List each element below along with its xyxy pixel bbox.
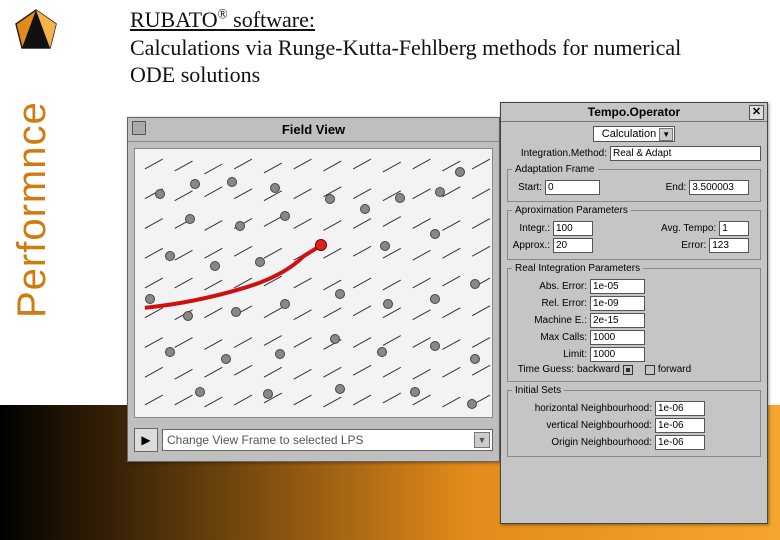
timeguess-backward-radio[interactable] [623,365,633,375]
timeguess-forward-radio[interactable] [645,365,655,375]
trajectory-end-point [315,239,327,251]
limit-input[interactable]: 1000 [590,347,645,362]
tempo-title: Tempo.Operator [588,105,680,119]
approx-params-group: Aproximation Parameters Integr.:100 Avg.… [507,205,761,260]
integr-input[interactable]: 100 [553,221,593,236]
side-label: Performnce [10,88,80,318]
fieldview-titlebar[interactable]: Field View [128,118,499,142]
horizontal-neighbourhood-input[interactable]: 1e-06 [655,401,705,416]
fieldview-canvas[interactable] [134,148,493,418]
close-icon[interactable]: ✕ [749,105,764,120]
initial-sets-legend: Initial Sets [512,385,564,396]
page-title: RUBATO® software: Calculations via Runge… [130,6,710,89]
calculation-label: Calculation [602,128,656,140]
integration-method-label: Integration.Method: [507,148,607,159]
approx-input[interactable]: 20 [553,238,593,253]
integration-method-input[interactable]: Real & Adapt [610,146,761,161]
origin-neighbourhood-input[interactable]: 1e-06 [655,435,705,450]
fieldview-title: Field View [282,122,345,137]
adaptation-frame-legend: Adaptation Frame [512,164,598,175]
play-button[interactable]: ▶ [134,428,158,452]
calculation-dropdown[interactable]: Calculation ▼ [593,126,675,142]
initial-sets-group: Initial Sets horizontal Neighbourhood:1e… [507,385,761,457]
end-input[interactable]: 3.500003 [689,180,749,195]
rubato-logo [12,6,60,54]
error-input[interactable]: 123 [709,238,749,253]
view-frame-dropdown[interactable]: Change View Frame to selected LPS ▼ [162,429,493,451]
start-input[interactable]: 0 [545,180,600,195]
vertical-neighbourhood-input[interactable]: 1e-06 [655,418,705,433]
machine-e-input[interactable]: 2e-15 [590,313,645,328]
window-sys-icon[interactable] [132,121,146,135]
real-integration-group: Real Integration Parameters Abs. Error:1… [507,263,761,382]
chevron-down-icon[interactable]: ▼ [659,128,673,141]
approx-params-legend: Aproximation Parameters [512,205,631,216]
abserr-input[interactable]: 1e-05 [590,279,645,294]
maxcalls-input[interactable]: 1000 [590,330,645,345]
chevron-down-icon[interactable]: ▼ [474,432,490,448]
relerr-input[interactable]: 1e-09 [590,296,645,311]
fieldview-window: Field View [127,117,500,462]
tempo-operator-window: Tempo.Operator ✕ Calculation ▼ Integrati… [500,102,768,524]
adaptation-frame-group: Adaptation Frame Start:0 End:3.500003 [507,164,761,202]
view-frame-label: Change View Frame to selected LPS [167,433,364,447]
avgtempo-input[interactable]: 1 [719,221,749,236]
tempo-titlebar[interactable]: Tempo.Operator ✕ [501,103,767,122]
real-integration-legend: Real Integration Parameters [512,263,643,274]
